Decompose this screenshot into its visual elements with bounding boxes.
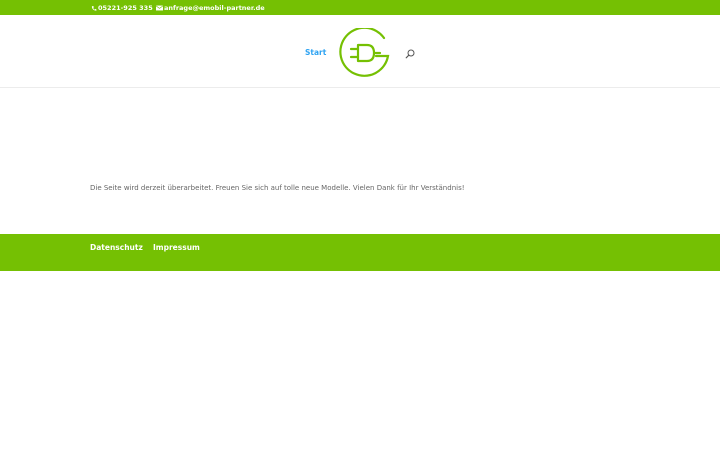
nav-start-link[interactable]: Start [305,48,326,58]
plug-g-logo[interactable] [336,28,392,80]
footer-bar: Datenschutz Impressum [0,234,720,271]
footer-link-datenschutz[interactable]: Datenschutz [90,243,143,253]
phone-icon [91,5,97,11]
main-notice: Die Seite wird derzeit überarbeitet. Fre… [90,184,465,192]
phone-number[interactable]: 05221-925 335 [98,4,153,12]
top-bar: 05221-925 335 anfrage@emobil-partner.de [0,0,720,15]
footer-link-impressum[interactable]: Impressum [153,243,200,253]
search-icon[interactable] [405,49,415,59]
email-contact[interactable]: anfrage@emobil-partner.de [156,4,265,12]
email-address[interactable]: anfrage@emobil-partner.de [164,4,265,12]
phone-contact[interactable]: 05221-925 335 [91,4,153,12]
site-header: Start [0,15,720,88]
envelope-icon [156,5,163,11]
